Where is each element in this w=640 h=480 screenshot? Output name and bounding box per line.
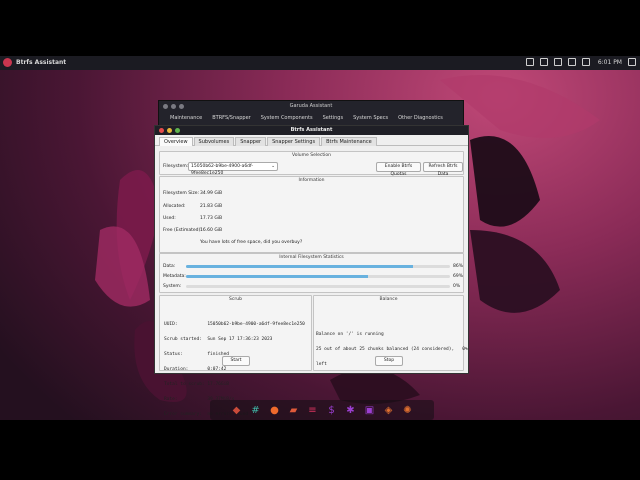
btrfs-titlebar: Btrfs Assistant [155,126,468,135]
free-estimated-value: 16.60 GiB [200,228,223,233]
free-space-note: You have lots of free space, did you ove… [200,240,303,245]
scrub-start-button[interactable]: Start [222,356,250,366]
balance-line: Balance on '/' is running [316,332,384,337]
garuda-title: Garuda Assistant [289,103,333,109]
scrub-heading: Scrub [229,297,242,302]
information-heading: Information [298,178,325,183]
garuda-logo-icon[interactable]: ◆ [230,403,244,417]
tab-subvolumes[interactable]: Subvolumes [193,137,235,146]
metadata-label: Metadata: [163,274,186,279]
close-button[interactable] [159,128,164,133]
scrub-line: UUID: 15050b62-b9be-4900-a6df-9fee8ec1e2… [164,322,305,327]
garuda-assistant-window: Garuda Assistant Maintenance BTRFS/Snapp… [158,100,464,128]
volume-selection-group: Volume Selection Filesystem: 15050b62-b9… [159,151,464,177]
filesystem-select[interactable]: 15050b62-b9be-4900-a6df-9fee8ec1e250 ⌄ [188,162,278,176]
scrub-line: Scrub started: Sun Sep 17 17:36:23 2023 [164,337,273,342]
scrub-line: Duration: 0:07:42 [164,367,227,372]
system-label: System: [163,284,182,289]
btrfs-tabbar: Overview Subvolumes Snapper Snapper Sett… [155,135,468,146]
expand-tray-icon[interactable] [581,58,590,66]
balance-heading: Balance [379,297,398,302]
tab-snapper[interactable]: Snapper [235,137,267,146]
used-label: Used: [163,216,176,221]
firefox-icon[interactable]: ● [268,403,282,417]
metadata-usage-fill [186,275,369,278]
allocated-label: Allocated: [163,204,186,209]
balance-stop-button[interactable]: Stop [375,356,403,366]
tab-system-specs[interactable]: System Specs [348,112,393,124]
filesystem-label: Filesystem: [163,164,189,169]
settings-sliders-icon[interactable]: ≡ [306,403,320,417]
metadata-percent: 69% [453,274,464,279]
package-icon[interactable]: ▣ [363,403,377,417]
letterbox-top [0,0,640,56]
volume-icon[interactable] [553,58,562,66]
filesystem-size-value: 34.99 GiB [200,191,223,196]
data-usage-fill [186,265,414,268]
folder-icon[interactable]: ▰ [287,403,301,417]
minimize-button[interactable] [171,104,176,109]
window-controls [163,104,184,109]
filesystem-select-value: 15050b62-b9be-4900-a6df-9fee8ec1e250 [191,164,254,176]
data-usage-bar [186,265,450,268]
hashtag-icon[interactable]: # [249,403,263,417]
filesystem-size-label: Filesystem Size: [163,191,199,196]
maximize-button[interactable] [175,128,180,133]
clipboard-icon[interactable] [525,58,534,66]
active-app-name: Btrfs Assistant [16,59,67,66]
statistics-group: Internal Filesystem Statistics Data: 86%… [159,253,464,293]
gear-icon[interactable]: ✱ [344,403,358,417]
notification-icon[interactable] [567,58,576,66]
chevron-down-icon: ⌄ [271,164,275,169]
maximize-button[interactable] [179,104,184,109]
balance-line: 25 out of about 25 chunks balanced (24 c… [316,347,468,352]
tab-snapper-settings[interactable]: Snapper Settings [267,137,321,146]
enable-quotas-button[interactable]: Enable Btrfs Quotas [376,162,421,177]
top-panel: Btrfs Assistant 6:01 PM [0,56,640,70]
scrub-line: Total to scrub: 17.76GiB [164,382,230,387]
statistics-heading: Internal Filesystem Statistics [279,255,344,260]
tab-btrfs-snapper[interactable]: BTRFS/Snapper [207,112,256,124]
refresh-btrfs-data-button[interactable]: Refresh Btrfs Data [423,162,463,177]
power-icon[interactable] [628,58,636,66]
tab-system-components[interactable]: System Components [256,112,318,124]
assistant-icon[interactable]: ◈ [382,403,396,417]
window-controls [159,128,180,133]
minimize-button[interactable] [167,128,172,133]
close-button[interactable] [163,104,168,109]
data-percent: 86% [453,264,464,269]
tab-maintenance[interactable]: Maintenance [165,112,207,124]
system-tray: 6:01 PM [525,58,636,66]
volume-selection-heading: Volume Selection [292,153,331,158]
btrfs-title: Btrfs Assistant [290,127,333,133]
settings-gear-icon[interactable]: ✺ [401,403,415,417]
data-label: Data: [163,264,176,269]
system-percent: 0% [453,284,461,289]
tab-btrfs-maintenance[interactable]: Btrfs Maintenance [321,137,377,146]
garuda-menu-icon[interactable] [3,58,12,67]
system-usage-bar [186,285,450,288]
network-icon[interactable] [539,58,548,66]
allocated-value: 21.83 GiB [200,204,223,209]
dock: ◆ # ● ▰ ≡ $ ✱ ▣ ◈ ✺ [210,400,434,420]
dollar-icon[interactable]: $ [325,403,339,417]
free-estimated-label: Free (Estimated): [163,228,202,233]
tab-settings[interactable]: Settings [318,112,349,124]
information-group: Information Filesystem Size: 34.99 GiB A… [159,176,464,253]
metadata-usage-bar [186,275,450,278]
balance-group: Balance Balance on '/' is running 25 out… [313,295,468,371]
btrfs-assistant-window: Btrfs Assistant Overview Subvolumes Snap… [154,125,469,417]
used-value: 17.73 GiB [200,216,223,221]
letterbox-bottom [0,420,640,480]
scrub-group: Scrub UUID: 15050b62-b9be-4900-a6df-9fee… [159,295,312,417]
garuda-tabbar: Maintenance BTRFS/Snapper System Compone… [159,112,463,124]
garuda-titlebar: Garuda Assistant [159,101,463,112]
balance-status-text: Balance on '/' is running 25 out of abou… [316,322,468,377]
tab-other-diagnostics[interactable]: Other Diagnostics [393,112,448,124]
tab-overview[interactable]: Overview [159,137,193,146]
clock[interactable]: 6:01 PM [598,59,622,66]
